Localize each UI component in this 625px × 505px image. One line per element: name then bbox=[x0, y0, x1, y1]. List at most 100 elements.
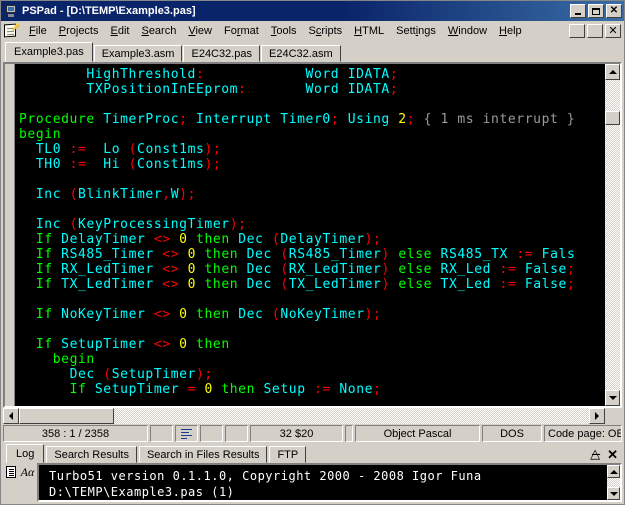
code-text-area[interactable]: HighThreshold: Word IDATA; TXPositionInE… bbox=[15, 64, 604, 406]
collapse-panel-icon[interactable]: △̶ bbox=[590, 448, 600, 461]
log-scroll-down-button[interactable] bbox=[607, 487, 620, 500]
code-token: 0 bbox=[179, 232, 188, 247]
close-panel-icon[interactable]: ✕ bbox=[607, 448, 618, 461]
code-token: ; bbox=[179, 112, 188, 127]
code-token: , bbox=[162, 187, 171, 202]
close-button[interactable]: ✕ bbox=[606, 4, 622, 18]
status-code-page[interactable]: Code page: OEM (D bbox=[544, 425, 622, 442]
menu-tools[interactable]: Tools bbox=[265, 23, 303, 39]
tab-e24c32-asm[interactable]: E24C32.asm bbox=[261, 45, 341, 62]
code-token: ); bbox=[196, 367, 213, 382]
code-token: <> bbox=[162, 247, 180, 262]
panel-tab-search-in-files-results[interactable]: Search in Files Results bbox=[138, 446, 268, 463]
code-token: RX_LedTimer bbox=[61, 262, 154, 277]
code-token: 0 bbox=[179, 337, 188, 352]
tab-example3-pas[interactable]: Example3.pas bbox=[5, 42, 93, 62]
code-token: { 1 ms interrupt } bbox=[423, 112, 576, 127]
code-token: ( bbox=[280, 262, 289, 277]
menu-view[interactable]: View bbox=[182, 23, 218, 39]
menu-scripts[interactable]: Scripts bbox=[303, 23, 349, 39]
menu-search[interactable]: Search bbox=[135, 23, 182, 39]
panel-tab-search-results[interactable]: Search Results bbox=[46, 446, 137, 463]
mdi-restore-button[interactable] bbox=[587, 23, 603, 38]
status-bar: 358 : 1 / 2358 32 $20 Object Pascal DOS … bbox=[1, 424, 624, 443]
log-vertical-scrollbar[interactable] bbox=[607, 465, 620, 500]
code-token: Const1ms bbox=[137, 157, 205, 172]
code-content: HighThreshold: Word IDATA; TXPositionInE… bbox=[15, 64, 604, 397]
menu-html[interactable]: HTML bbox=[348, 23, 390, 39]
menu-format[interactable]: Format bbox=[218, 23, 265, 39]
code-token: 0 bbox=[204, 382, 213, 397]
scroll-up-button[interactable] bbox=[605, 64, 620, 80]
document-pencil-icon[interactable] bbox=[3, 22, 20, 39]
menu-window[interactable]: Window bbox=[442, 23, 493, 39]
tab-e24c32-pas[interactable]: E24C32.pas bbox=[183, 45, 261, 62]
status-cell-insert-mode[interactable] bbox=[175, 425, 198, 442]
editor-vertical-scrollbar[interactable] bbox=[604, 64, 620, 406]
code-token: ( bbox=[103, 367, 112, 382]
code-token: RX_Led bbox=[440, 262, 492, 277]
horizontal-scroll-track[interactable] bbox=[114, 408, 589, 424]
panel-tab-ftp[interactable]: FTP bbox=[269, 446, 307, 463]
status-char-code: 32 $20 bbox=[250, 425, 343, 442]
status-syntax-mode[interactable]: Object Pascal bbox=[355, 425, 480, 442]
code-token: KeyProcessingTimer bbox=[78, 217, 230, 232]
code-token: := bbox=[69, 157, 87, 172]
code-token: begin bbox=[52, 352, 95, 367]
code-token: Inc bbox=[35, 187, 62, 202]
panel-tab-strip: Log Search Results Search in Files Resul… bbox=[3, 443, 622, 463]
code-token: Dec bbox=[238, 232, 264, 247]
font-icon[interactable]: Aα bbox=[21, 466, 35, 478]
menu-settings[interactable]: Settings bbox=[390, 23, 442, 39]
code-editor[interactable]: HighThreshold: Word IDATA; TXPositionInE… bbox=[3, 62, 622, 408]
vertical-scroll-thumb[interactable] bbox=[605, 111, 620, 125]
minimize-button[interactable] bbox=[570, 4, 586, 18]
code-token: Word bbox=[305, 82, 340, 97]
code-token: ( bbox=[69, 187, 79, 202]
log-line: Turbo51 version 0.1.1.0, Copyright 2000 … bbox=[49, 469, 482, 483]
mdi-minimize-button[interactable] bbox=[569, 23, 585, 38]
pspad-window: PSPad - [D:\TEMP\Example3.pas] ✕ File Pr… bbox=[0, 0, 625, 505]
menu-scripts-label: ripts bbox=[321, 24, 343, 37]
code-line: TL0 := Lo (Const1ms); bbox=[19, 142, 604, 157]
scroll-left-button[interactable] bbox=[3, 408, 19, 424]
menu-help[interactable]: Help bbox=[493, 23, 528, 39]
code-token: then bbox=[196, 307, 230, 322]
code-token: If bbox=[35, 232, 53, 247]
status-line-ending[interactable]: DOS bbox=[482, 425, 542, 442]
vertical-scroll-track[interactable] bbox=[605, 80, 620, 390]
scroll-right-button[interactable] bbox=[589, 408, 605, 424]
code-token: ) bbox=[381, 247, 390, 262]
panel-tab-log[interactable]: Log bbox=[6, 444, 45, 463]
arrow-down-icon bbox=[609, 491, 618, 496]
menu-file[interactable]: File bbox=[23, 23, 53, 39]
log-scroll-track[interactable] bbox=[607, 478, 620, 487]
mdi-close-button[interactable]: ✕ bbox=[605, 23, 621, 38]
menu-projects[interactable]: Projects bbox=[53, 23, 105, 39]
maximize-button[interactable] bbox=[588, 4, 604, 18]
code-token: DelayTimer bbox=[280, 232, 365, 247]
horizontal-scroll-thumb[interactable] bbox=[19, 408, 114, 424]
scroll-down-button[interactable] bbox=[605, 390, 620, 406]
editor-horizontal-scrollbar[interactable] bbox=[3, 408, 622, 424]
log-output[interactable]: Turbo51 version 0.1.1.0, Copyright 2000 … bbox=[37, 463, 622, 502]
tab-example3-asm[interactable]: Example3.asm bbox=[93, 45, 183, 62]
panel-controls: △̶ ✕ bbox=[590, 448, 622, 463]
code-token: else bbox=[398, 277, 433, 292]
code-token: HighThreshold bbox=[86, 67, 196, 82]
document-icon[interactable] bbox=[5, 466, 16, 478]
log-scroll-up-button[interactable] bbox=[607, 465, 620, 478]
code-token: Using bbox=[347, 112, 390, 127]
menu-edit[interactable]: Edit bbox=[105, 23, 136, 39]
code-line: If TX_LedTimer <> 0 then Dec (TX_LedTime… bbox=[19, 277, 604, 292]
